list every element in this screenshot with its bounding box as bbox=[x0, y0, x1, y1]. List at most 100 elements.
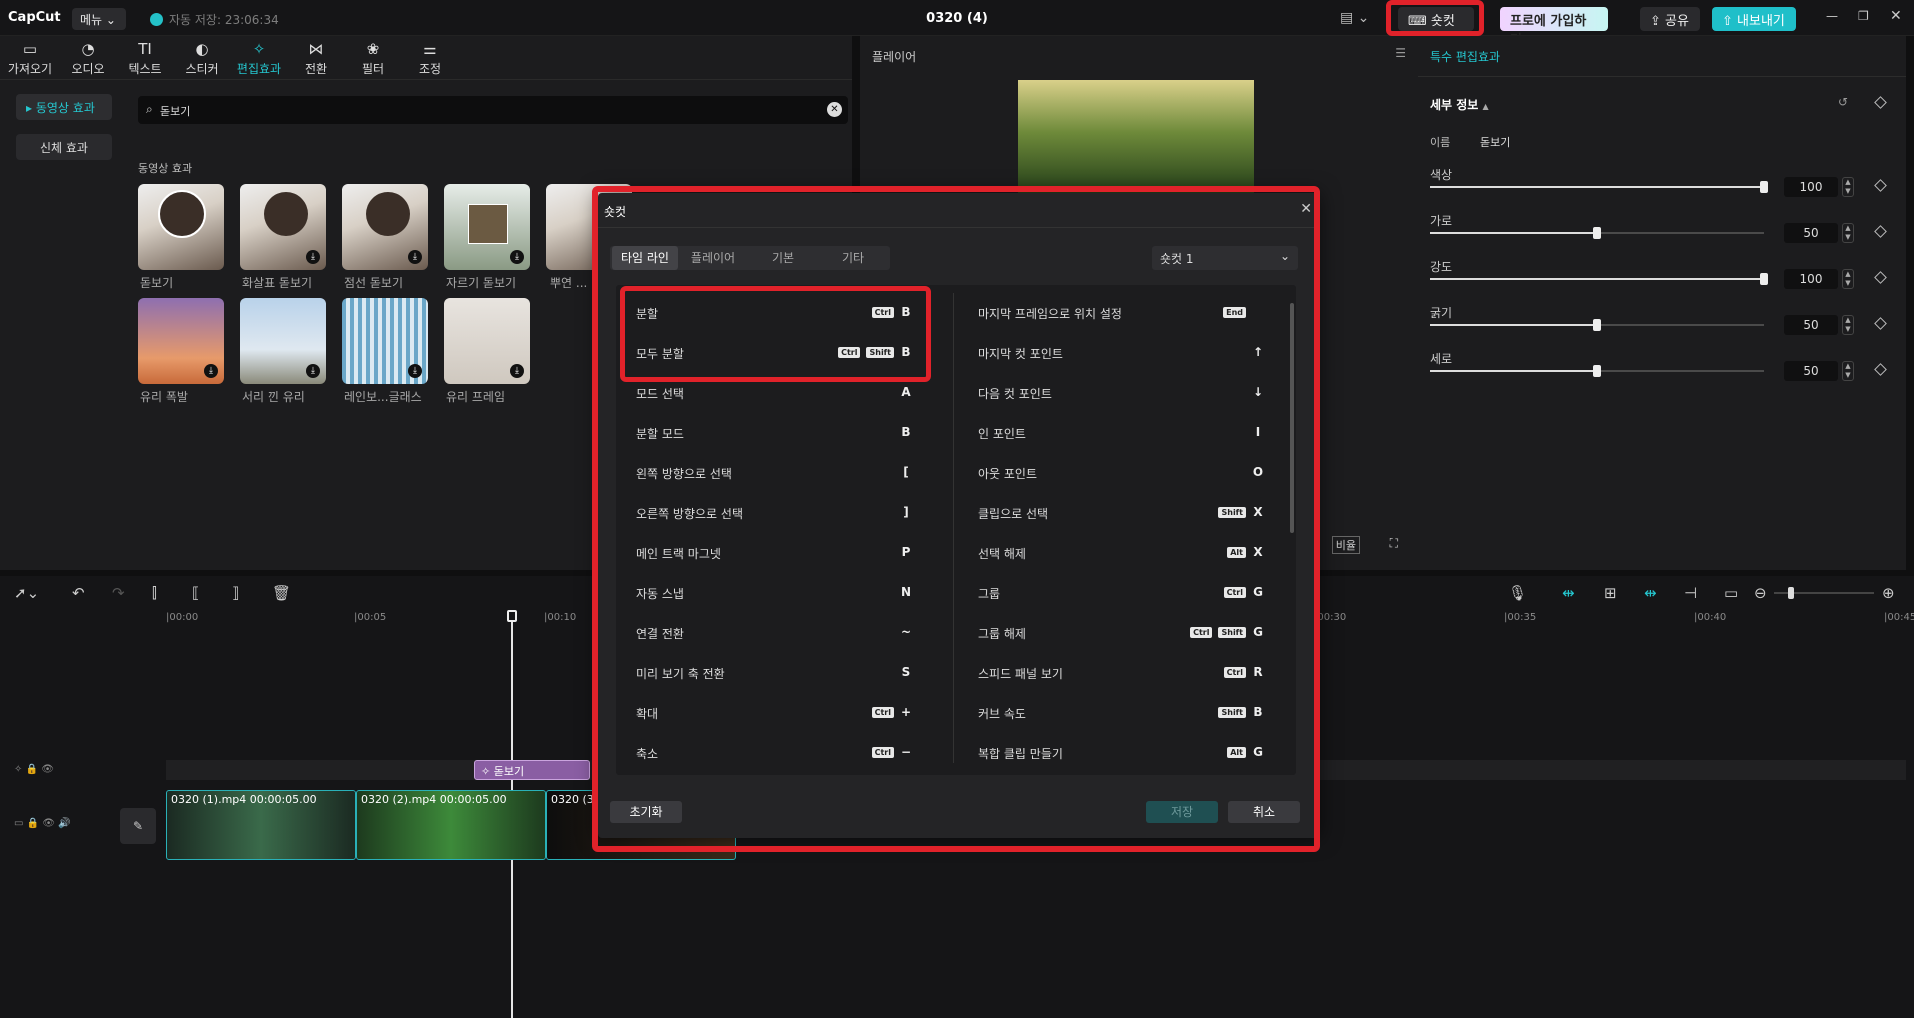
search-bar[interactable]: ⌕ 돋보기 ✕ bbox=[138, 96, 848, 124]
slider-handle[interactable] bbox=[1760, 181, 1768, 193]
export-button[interactable]: ⇧ 내보내기 bbox=[1712, 7, 1796, 31]
share-button[interactable]: ⇪ 공유 bbox=[1640, 7, 1700, 31]
tab-other[interactable]: 기타 bbox=[818, 246, 888, 270]
stepper-icon[interactable]: ▲ ▼ bbox=[1842, 269, 1854, 289]
download-icon[interactable]: ⤓ bbox=[306, 250, 320, 264]
shortcut-row[interactable]: 연결 전환 ~ bbox=[636, 613, 912, 653]
layout-icon[interactable]: ▤ ⌄ bbox=[1340, 10, 1369, 26]
reset-icon[interactable]: ↺ bbox=[1838, 95, 1848, 109]
keyframe-icon[interactable] bbox=[1874, 363, 1887, 376]
shortcut-row[interactable]: 그룹 Ctrl G bbox=[978, 573, 1264, 613]
preset-select[interactable]: 숏컷 1 ⌄ bbox=[1152, 246, 1298, 270]
effect-track-icons[interactable]: ✧ 🔒 👁 bbox=[14, 764, 54, 775]
shortcut-row[interactable]: 오른쪽 방향으로 선택] bbox=[636, 493, 912, 533]
tab-text[interactable]: TI 텍스트 bbox=[117, 40, 173, 77]
value-input[interactable]: 50 bbox=[1784, 315, 1838, 335]
slider-track[interactable] bbox=[1430, 227, 1764, 239]
shortcut-row[interactable]: 마지막 프레임으로 위치 설정 End bbox=[978, 293, 1264, 333]
player-menu-icon[interactable]: ☰ bbox=[1395, 46, 1406, 60]
shortcut-row[interactable]: 분할 모드 B bbox=[636, 413, 912, 453]
restore-icon[interactable]: ❐ bbox=[1858, 9, 1869, 23]
preview-axis-icon[interactable]: ⊣ bbox=[1684, 584, 1697, 602]
shortcut-row[interactable]: 모드 선택 A bbox=[636, 373, 912, 413]
effect-thumb-magnifier[interactable] bbox=[138, 184, 224, 270]
video-clip[interactable]: 0320 (2).mp4 00:00:05.00 bbox=[356, 790, 546, 860]
value-input[interactable]: 100 bbox=[1784, 177, 1838, 197]
cancel-button[interactable]: 취소 bbox=[1228, 801, 1300, 823]
keyframe-icon[interactable] bbox=[1874, 271, 1887, 284]
keyframe-icon[interactable] bbox=[1874, 179, 1887, 192]
fullscreen-icon[interactable]: ⛶ bbox=[1390, 536, 1398, 551]
effect-thumb-arrow-magnifier[interactable]: ⤓ bbox=[240, 184, 326, 270]
keyframe-icon[interactable] bbox=[1874, 225, 1887, 238]
split-icon[interactable]: ⫿ bbox=[152, 584, 157, 602]
reset-button[interactable]: 초기화 bbox=[610, 801, 682, 823]
details-section[interactable]: 세부 정보 ▲ bbox=[1430, 96, 1489, 113]
redo-icon[interactable]: ↷ bbox=[112, 584, 125, 602]
tab-basic[interactable]: 기본 bbox=[748, 246, 818, 270]
zoom-out-icon[interactable]: ⊖ bbox=[1754, 584, 1767, 602]
main-track-magnet-icon[interactable]: ⇹ bbox=[1562, 584, 1575, 602]
shortcut-row[interactable]: 마지막 컷 포인트 ↑ bbox=[978, 333, 1264, 373]
download-icon[interactable]: ⤓ bbox=[306, 364, 320, 378]
download-icon[interactable]: ⤓ bbox=[510, 250, 524, 264]
keyframe-icon[interactable] bbox=[1874, 96, 1887, 109]
save-button[interactable]: 저장 bbox=[1146, 801, 1218, 823]
close-window-icon[interactable]: ✕ bbox=[1890, 8, 1902, 24]
auto-snap-icon[interactable]: ⊞ bbox=[1604, 584, 1617, 602]
trim-right-icon[interactable]: ⟧ bbox=[232, 584, 239, 602]
screen-icon[interactable]: ▭ bbox=[1724, 584, 1738, 602]
slider-handle[interactable] bbox=[1593, 365, 1601, 377]
tab-import[interactable]: ▭ 가져오기 bbox=[2, 40, 58, 77]
value-input[interactable]: 50 bbox=[1784, 361, 1838, 381]
link-icon[interactable]: ⇹ bbox=[1644, 584, 1657, 602]
scrollbar[interactable] bbox=[1290, 303, 1294, 533]
stepper-icon[interactable]: ▲ ▼ bbox=[1842, 315, 1854, 335]
tab-adjust[interactable]: ⚌ 조정 bbox=[402, 40, 458, 77]
keyframe-icon[interactable] bbox=[1874, 317, 1887, 330]
slider-handle[interactable] bbox=[1593, 227, 1601, 239]
microphone-icon[interactable]: 🎙 bbox=[1508, 584, 1527, 602]
shortcut-row[interactable]: 축소 Ctrl − bbox=[636, 733, 912, 773]
effect-thumb-glass-burst[interactable]: ⤓ bbox=[138, 298, 224, 384]
shortcut-row[interactable]: 인 포인트 I bbox=[978, 413, 1264, 453]
shortcut-row[interactable]: 커브 속도 Shift B bbox=[978, 693, 1264, 733]
stepper-icon[interactable]: ▲ ▼ bbox=[1842, 361, 1854, 381]
effect-thumb-dotted-magnifier[interactable]: ⤓ bbox=[342, 184, 428, 270]
ratio-button[interactable]: 비율 bbox=[1331, 536, 1360, 554]
slider-track[interactable] bbox=[1430, 273, 1768, 285]
slider-handle[interactable] bbox=[1593, 319, 1601, 331]
tab-transition[interactable]: ⋈ 전환 bbox=[288, 40, 344, 77]
stepper-icon[interactable]: ▲ ▼ bbox=[1842, 223, 1854, 243]
select-tool-icon[interactable]: ➚⌄ bbox=[14, 584, 39, 602]
tab-effects[interactable]: ✧ 편집효과 bbox=[231, 40, 287, 77]
zoom-handle[interactable] bbox=[1788, 587, 1794, 599]
shortcut-row[interactable]: 확대 Ctrl + bbox=[636, 693, 912, 733]
stepper-icon[interactable]: ▲ ▼ bbox=[1842, 177, 1854, 197]
shortcut-row[interactable]: 복합 클립 만들기 Alt G bbox=[978, 733, 1264, 773]
sidebar-item-video-effects[interactable]: ▸ 동영상 효과 bbox=[16, 94, 112, 120]
trim-left-icon[interactable]: ⟦ bbox=[192, 584, 199, 602]
shortcut-row[interactable]: 분할 Ctrl B bbox=[636, 293, 912, 333]
shortcut-row[interactable]: 메인 트랙 마그넷 P bbox=[636, 533, 912, 573]
shortcut-row[interactable]: 선택 해제 Alt X bbox=[978, 533, 1264, 573]
search-input[interactable]: 돋보기 bbox=[160, 103, 190, 119]
slider-track[interactable] bbox=[1430, 181, 1768, 193]
download-icon[interactable]: ⤓ bbox=[510, 364, 524, 378]
minimize-icon[interactable]: — bbox=[1826, 9, 1838, 23]
shortcut-row[interactable]: 다음 컷 포인트 ↓ bbox=[978, 373, 1264, 413]
download-icon[interactable]: ⤓ bbox=[408, 364, 422, 378]
delete-icon[interactable]: 🗑 bbox=[272, 584, 291, 602]
effect-thumb-frosted-glass[interactable]: ⤓ bbox=[240, 298, 326, 384]
tab-timeline[interactable]: 타임 라인 bbox=[612, 246, 678, 270]
menu-button[interactable]: 메뉴 ⌄ bbox=[72, 8, 126, 30]
clear-search-icon[interactable]: ✕ bbox=[827, 102, 842, 117]
shortcut-row[interactable]: 왼쪽 방향으로 선택 [ bbox=[636, 453, 912, 493]
effect-thumb-crop-magnifier[interactable]: ⤓ bbox=[444, 184, 530, 270]
shortcut-row[interactable]: 그룹 해제 Ctrl Shift G bbox=[978, 613, 1264, 653]
shortcut-row[interactable]: 미리 보기 축 전환 S bbox=[636, 653, 912, 693]
sidebar-item-body-effects[interactable]: 신체 효과 bbox=[16, 134, 112, 160]
playhead-handle[interactable] bbox=[507, 610, 517, 622]
main-track-icons[interactable]: ▭ 🔒 👁 🔊 bbox=[14, 818, 71, 829]
effect-clip[interactable]: ✧ 돋보기 bbox=[474, 760, 590, 780]
